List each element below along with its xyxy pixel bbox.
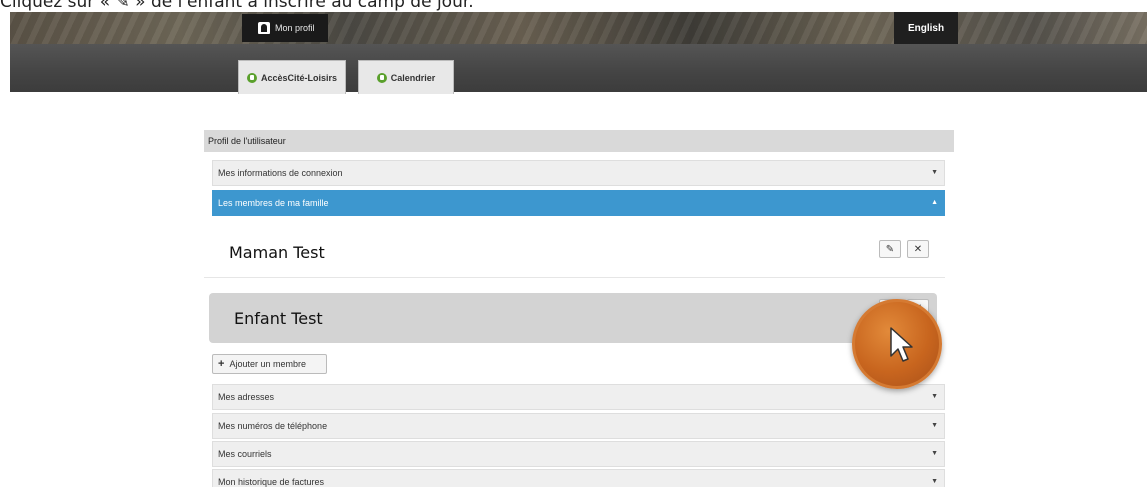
section-label: Mes adresses: [218, 392, 275, 402]
section-family-members[interactable]: Les membres de ma famille ▲: [212, 190, 945, 216]
my-profile-button[interactable]: Mon profil: [242, 14, 328, 42]
plus-icon: +: [218, 358, 225, 370]
profile-icon: [258, 22, 270, 34]
family-member-row: Enfant Test ✎ ✕: [209, 293, 937, 343]
pencil-icon: ✎: [885, 243, 895, 255]
instruction-caption: Cliquez sur « ✎ » de l'enfant à inscrire…: [0, 0, 474, 12]
chevron-up-icon: ▲: [931, 199, 938, 206]
close-icon: ✕: [913, 243, 923, 255]
section-label: Les membres de ma famille: [218, 198, 329, 208]
section-emails[interactable]: Mes courriels ▼: [212, 441, 945, 467]
delete-member-button[interactable]: ✕: [907, 240, 929, 258]
panel-title: Profil de l'utilisateur: [204, 130, 954, 152]
chevron-down-icon: ▼: [931, 169, 938, 176]
tab-calendrier[interactable]: Calendrier: [358, 60, 454, 94]
add-member-label: Ajouter un membre: [229, 359, 306, 369]
tab-accescite-loisirs[interactable]: AccèsCité-Loisirs: [238, 60, 346, 94]
section-label: Mes courriels: [218, 449, 272, 459]
app-window: Mon profil English AccèsCité-Loisirs Cal…: [10, 12, 1147, 487]
chevron-down-icon: ▼: [931, 478, 938, 485]
chevron-down-icon: ▼: [931, 422, 938, 429]
calendar-icon: [376, 72, 387, 83]
add-member-button[interactable]: + Ajouter un membre: [212, 354, 327, 374]
section-label: Mes numéros de téléphone: [218, 421, 328, 431]
family-member-row: Maman Test ✎ ✕: [204, 228, 945, 278]
section-label: Mon historique de factures: [218, 477, 325, 487]
section-login-info[interactable]: Mes informations de connexion ▼: [212, 160, 945, 186]
tab-label: Calendrier: [390, 72, 436, 83]
section-invoice-history[interactable]: Mon historique de factures ▼: [212, 469, 945, 487]
member-name: Maman Test: [229, 243, 325, 262]
chevron-down-icon: ▼: [931, 450, 938, 457]
header-banner: [10, 12, 1147, 44]
member-name: Enfant Test: [234, 308, 323, 328]
section-addresses[interactable]: Mes adresses ▼: [212, 384, 945, 410]
main-navbar: AccèsCité-Loisirs Calendrier: [10, 44, 1147, 94]
edit-member-button[interactable]: ✎: [879, 240, 901, 258]
click-highlight-badge: [852, 299, 942, 389]
section-label: Mes informations de connexion: [218, 168, 343, 178]
profile-label: Mon profil: [275, 23, 315, 33]
mouse-pointer-icon: [890, 327, 913, 362]
chevron-down-icon: ▼: [931, 393, 938, 400]
leisure-icon: [246, 72, 257, 83]
language-button[interactable]: English: [894, 12, 958, 44]
section-phone-numbers[interactable]: Mes numéros de téléphone ▼: [212, 413, 945, 439]
tab-label: AccèsCité-Loisirs: [260, 72, 338, 83]
